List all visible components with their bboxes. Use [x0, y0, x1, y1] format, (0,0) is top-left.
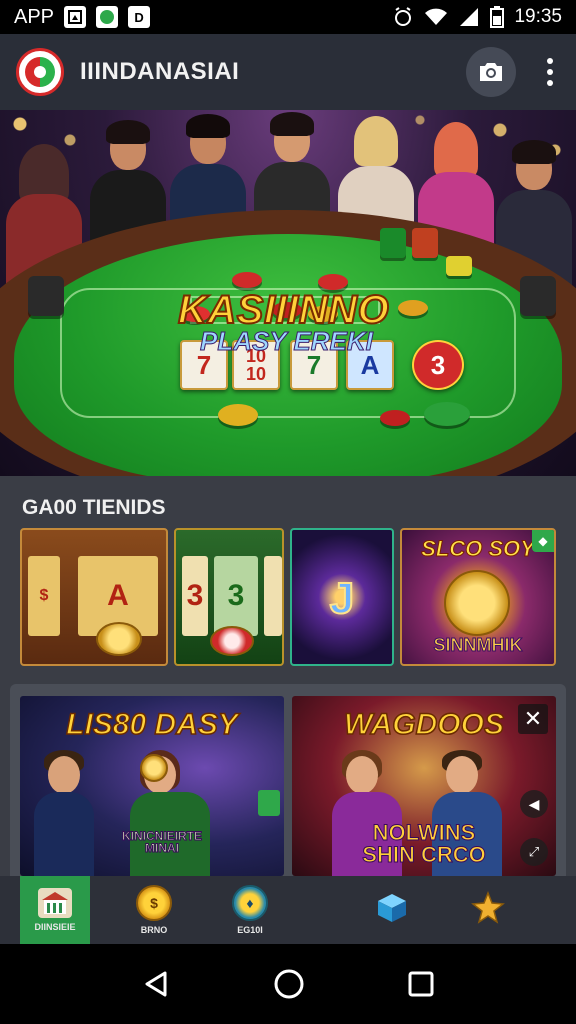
chip-stack-icon [380, 228, 406, 258]
nav-label: DIINSIEIE [34, 922, 76, 932]
promo-panel: LIS80 DASY KINICNIEIRTE MINAI WAGDOOS NO… [10, 684, 566, 884]
camera-icon [480, 63, 502, 81]
hero-banner[interactable]: 7 10 10 7 A 3 KASIIINNO PLASY EREKI [0, 110, 576, 476]
alarm-icon [395, 7, 412, 26]
game-tile-jackpot[interactable]: J [290, 528, 394, 666]
nav-item-coin[interactable]: $ BRNO [106, 876, 202, 944]
bottom-navigation: DIINSIEIE $ BRNO ♦ EG10I [0, 876, 576, 944]
chip-icon [424, 402, 470, 426]
reel-symbol: 3 [214, 556, 258, 636]
back-icon[interactable] [141, 969, 171, 999]
tile-symbol: J [329, 573, 355, 624]
coin-icon [96, 622, 142, 656]
nav-item-store[interactable]: DIINSIEIE [20, 876, 90, 944]
player-figure [34, 750, 94, 876]
star-icon [470, 890, 506, 926]
home-icon[interactable] [273, 968, 305, 1000]
game-tiles-row: $ A 3 3 J SLCO SOY SINNMHIK ◆ [0, 528, 576, 668]
nav-label: EG10I [237, 925, 263, 935]
tile-tag-icon: ◆ [532, 530, 554, 552]
nav-item-star[interactable] [440, 876, 536, 944]
more-options-button[interactable] [540, 58, 560, 86]
promo-subtitle: KINICNIEIRTE MINAI [121, 829, 202, 855]
tile-subtitle: SINNMHIK [433, 635, 523, 656]
chip-icon [218, 404, 258, 426]
share-icon[interactable]: ◀ [520, 790, 548, 818]
notification-badge-icon [64, 6, 87, 28]
chip-stack-icon [412, 228, 438, 258]
chip-icon [210, 626, 254, 656]
nav-item-cube[interactable] [344, 876, 440, 944]
promo-title: WAGDOOS [343, 707, 505, 742]
content-panel: GA00 TIENIDS $ A 3 3 J SLCO SOY SINNMHIK… [0, 476, 576, 884]
game-tile-promo[interactable]: SLCO SOY SINNMHIK ◆ [400, 528, 556, 666]
promo-card-2[interactable]: WAGDOOS NOLWINS SHIN CRCO ✕ ◀ ⤢ [292, 696, 556, 876]
recents-icon[interactable] [407, 970, 435, 998]
d-notification-icon: D [128, 6, 151, 28]
promo-subtitle: NOLWINS SHIN CRCO [362, 820, 486, 867]
promo-card-1[interactable]: LIS80 DASY KINICNIEIRTE MINAI [20, 696, 284, 876]
coin-icon: $ [136, 885, 172, 921]
status-time: 19:35 [514, 6, 562, 27]
cup-holder [28, 276, 64, 316]
wifi-icon [425, 8, 448, 25]
hero-subtitle: PLASY EREKI [200, 326, 374, 357]
battery-icon [490, 6, 505, 28]
chip-stack-icon [446, 256, 472, 276]
store-icon [38, 888, 72, 918]
coin-icon [444, 570, 510, 636]
cup-holder [520, 276, 556, 316]
app-notification-icon [96, 6, 119, 28]
playing-card: 3 [412, 340, 464, 390]
section-title: GA00 TIENIDS [22, 496, 166, 519]
camera-button[interactable] [466, 47, 516, 97]
status-app-label: APP [14, 5, 55, 28]
status-bar: APP D 19:35 [0, 0, 576, 34]
promo-tag-icon [258, 790, 280, 816]
close-icon[interactable]: ✕ [518, 704, 548, 734]
tile-title: SLCO SOY [421, 536, 536, 562]
bonus-icon: ♦ [232, 885, 268, 921]
app-bar: IIINDANASIAI [0, 34, 576, 110]
cube-icon [374, 890, 410, 926]
game-tile-slot-a[interactable]: $ A [20, 528, 168, 666]
chip-icon [232, 272, 262, 288]
coin-icon [140, 754, 168, 782]
app-title: IIINDANASIAI [80, 58, 240, 85]
app-logo-icon[interactable] [16, 48, 64, 96]
chip-icon [380, 410, 410, 426]
promo-title: LIS80 DASY [65, 707, 238, 742]
game-tile-slot-3[interactable]: 3 3 [174, 528, 284, 666]
signal-icon [460, 8, 479, 26]
nav-label: BRNO [140, 925, 168, 935]
chip-icon [398, 300, 428, 316]
system-navigation-bar [0, 944, 576, 1024]
fullscreen-icon[interactable]: ⤢ [520, 838, 548, 866]
nav-item-bonus[interactable]: ♦ EG10I [202, 876, 298, 944]
